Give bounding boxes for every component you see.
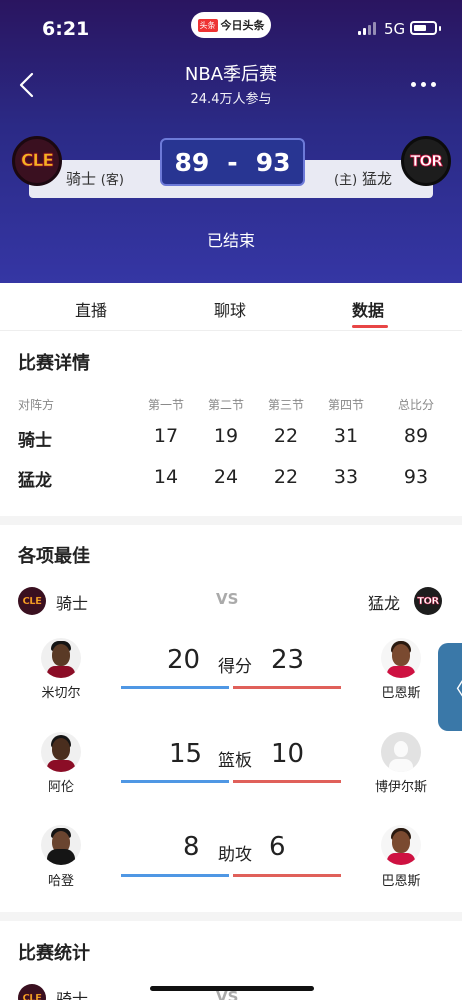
detail-cell: 89: [403, 425, 429, 447]
toutiao-logo-icon: 头条: [197, 18, 218, 32]
page: 6:21 头条 今日头条 5G NBA季后赛 24.4万人参与 CLE 骑士 (…: [0, 0, 462, 1000]
stat-bar-left: [121, 780, 229, 783]
stat-bar-right: [233, 780, 341, 783]
home-team-logo[interactable]: TOR: [401, 136, 451, 186]
detail-row-team: 骑士: [18, 431, 52, 451]
player-avatar[interactable]: [41, 825, 81, 865]
game-stats-title: 比赛统计: [18, 943, 90, 964]
away-team-logo-small: CLE: [18, 984, 46, 1000]
battery-icon: [410, 21, 437, 35]
player-avatar[interactable]: [381, 825, 421, 865]
home-indicator[interactable]: [150, 986, 314, 991]
detail-cell: 22: [273, 425, 299, 447]
detail-cell: 31: [333, 425, 359, 447]
stat-left-value: 15: [169, 739, 203, 769]
header-q3: 第三节: [267, 398, 304, 412]
side-panel-handle[interactable]: 〈: [438, 643, 462, 731]
detail-cell: 22: [273, 466, 299, 488]
home-score: 93: [255, 147, 291, 177]
status-bar: 6:21 头条 今日头条 5G: [0, 12, 462, 44]
player-avatar[interactable]: [41, 638, 81, 678]
default-avatar-icon[interactable]: [381, 732, 421, 772]
stat-left-value: 20: [167, 645, 201, 675]
signal-icon: [358, 22, 376, 35]
detail-cell: 33: [333, 466, 359, 488]
tab-chat[interactable]: 聊球: [214, 297, 246, 321]
best-right-player[interactable]: 巴恩斯: [356, 870, 446, 889]
stat-right-value: 23: [271, 645, 305, 675]
active-tab-indicator: [352, 325, 388, 328]
home-team-name[interactable]: (主) 猛龙: [334, 168, 392, 189]
player-avatar[interactable]: [41, 732, 81, 772]
more-options-icon[interactable]: [411, 82, 436, 87]
page-title: NBA季后赛: [184, 64, 278, 85]
game-status: 已结束: [206, 231, 255, 250]
header-q2: 第二节: [207, 398, 244, 412]
header-matchup: 对阵方: [18, 398, 55, 412]
detail-row-team: 猛龙: [18, 471, 52, 491]
stat-bar-right: [233, 874, 341, 877]
stats-left-team: 骑士: [56, 990, 89, 1000]
home-team-logo-small: TOR: [414, 587, 442, 615]
best-left-player[interactable]: 哈登: [16, 870, 106, 889]
stat-right-value: 6: [269, 832, 286, 862]
best-left-player[interactable]: 米切尔: [16, 682, 106, 701]
detail-cell: 19: [213, 425, 239, 447]
best-left-player[interactable]: 阿伦: [16, 776, 106, 795]
stat-bar-left: [121, 686, 229, 689]
detail-cell: 93: [403, 466, 429, 488]
tab-data[interactable]: 数据: [352, 297, 384, 321]
stat-left-value: 8: [183, 832, 200, 862]
detail-cell: 14: [153, 466, 179, 488]
away-team-name[interactable]: 骑士 (客): [66, 168, 124, 189]
participant-count: 24.4万人参与: [190, 92, 272, 107]
section-divider: [0, 912, 462, 921]
best-right-team: 猛龙: [368, 594, 401, 613]
stat-right-value: 10: [271, 739, 305, 769]
stat-label: 得分: [218, 657, 252, 677]
away-team-logo-small: CLE: [18, 587, 46, 615]
score-separator: -: [227, 147, 238, 177]
vs-label: VS: [216, 590, 239, 608]
game-detail-title: 比赛详情: [18, 353, 90, 374]
header-q1: 第一节: [147, 398, 184, 412]
chevron-left-icon: 〈: [445, 673, 462, 702]
header-total: 总比分: [397, 398, 434, 412]
detail-cell: 24: [213, 466, 239, 488]
best-left-team: 骑士: [56, 594, 89, 613]
battery-tip: [439, 26, 441, 31]
stat-label: 助攻: [218, 845, 252, 865]
best-right-player[interactable]: 博伊尔斯: [356, 776, 446, 795]
away-score: 89: [174, 147, 210, 177]
away-team-logo[interactable]: CLE: [12, 136, 62, 186]
best-players-title: 各项最佳: [18, 546, 90, 567]
app-return-pill[interactable]: 头条 今日头条: [191, 12, 271, 38]
section-divider: [0, 516, 462, 525]
header-q4: 第四节: [327, 398, 364, 412]
app-name: 今日头条: [220, 19, 265, 32]
detail-cell: 17: [153, 425, 179, 447]
game-header: 6:21 头条 今日头条 5G NBA季后赛 24.4万人参与 CLE 骑士 (…: [0, 0, 462, 283]
tab-bar: 直播 聊球 数据: [0, 283, 462, 331]
network-type: 5G: [384, 20, 406, 38]
stat-label: 篮板: [218, 751, 252, 771]
best-right-player[interactable]: 巴恩斯: [356, 682, 446, 701]
stat-bar-left: [121, 874, 229, 877]
status-time: 6:21: [42, 18, 90, 40]
score-box: 89 - 93: [160, 138, 305, 186]
tab-live[interactable]: 直播: [75, 297, 107, 321]
player-avatar[interactable]: [381, 638, 421, 678]
stat-bar-right: [233, 686, 341, 689]
